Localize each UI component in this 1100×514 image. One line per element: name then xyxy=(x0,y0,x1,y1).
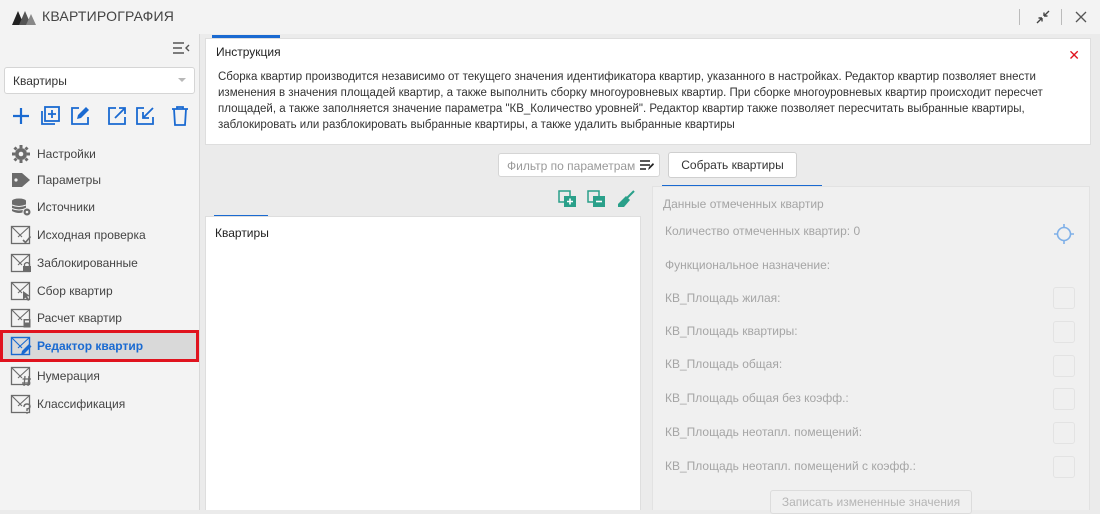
sidebar-item-label: Заблокированные xyxy=(37,256,138,270)
cursor-plan-icon xyxy=(10,281,31,301)
instruction-panel: Инструкция ✕ Сборка квартир производится… xyxy=(205,38,1091,145)
import-icon[interactable] xyxy=(134,105,156,127)
close-instruction-button[interactable]: ✕ xyxy=(1068,47,1080,64)
sidebar-item-classification[interactable]: Классификация xyxy=(0,391,199,417)
category-dropdown[interactable]: Квартиры xyxy=(4,67,195,94)
save-changed-values-button[interactable]: Записать измененные значения xyxy=(770,490,972,514)
sidebar-item-apartment-editor[interactable]: Редактор квартир xyxy=(0,330,199,362)
sidebar: Квартиры Настройки Параметры Источники И… xyxy=(0,34,200,510)
instruction-title: Инструкция xyxy=(216,45,281,59)
sidebar-item-parameters[interactable]: Параметры xyxy=(0,167,199,193)
field-input[interactable] xyxy=(1053,422,1075,444)
sidebar-item-label: Сбор квартир xyxy=(37,284,113,298)
sidebar-item-label: Редактор квартир xyxy=(37,339,144,353)
selected-apartments-panel: Данные отмеченных квартир Количество отм… xyxy=(652,186,1090,514)
field-label: КВ_Площадь неотапл. помещений: xyxy=(665,425,863,439)
sidebar-item-label: Классификация xyxy=(37,397,126,411)
apartments-list[interactable]: Квартиры xyxy=(205,216,641,510)
question-plan-icon xyxy=(10,394,31,414)
sidebar-item-label: Нумерация xyxy=(37,369,100,383)
field-input[interactable] xyxy=(1053,456,1075,478)
edit-icon[interactable] xyxy=(69,105,91,127)
divider xyxy=(1019,9,1020,25)
field-label: КВ_Площадь неотапл. помещений с коэфф.: xyxy=(665,459,916,473)
database-gear-icon xyxy=(11,198,32,217)
selected-count: Количество отмеченных квартир: 0 xyxy=(665,224,861,238)
edit-plan-icon xyxy=(10,336,32,356)
add-copy-icon[interactable] xyxy=(558,190,578,208)
sidebar-item-settings[interactable]: Настройки xyxy=(0,141,199,167)
chevron-down-icon xyxy=(178,78,186,82)
parameter-filter-input[interactable]: Фильтр по параметрам xyxy=(498,153,660,177)
field-input[interactable] xyxy=(1053,388,1075,410)
remove-copy-icon[interactable] xyxy=(587,190,607,208)
instruction-text: Сборка квартир производится независимо о… xyxy=(218,71,1043,131)
app-title: КВАРТИРОГРАФИЯ xyxy=(42,8,175,24)
build-apartments-button[interactable]: Собрать квартиры xyxy=(668,152,797,178)
gear-icon xyxy=(12,145,30,163)
sidebar-item-locked[interactable]: Заблокированные xyxy=(0,250,199,276)
field-label: КВ_Площадь жилая: xyxy=(665,291,781,305)
sidebar-item-label: Источники xyxy=(37,200,95,214)
panel-title: Данные отмеченных квартир xyxy=(663,197,824,211)
field-label: КВ_Площадь квартиры: xyxy=(665,324,798,338)
sidebar-item-label: Исходная проверка xyxy=(37,228,146,242)
add-box-icon[interactable] xyxy=(39,105,61,127)
title-bar: КВАРТИРОГРАФИЯ xyxy=(0,0,1100,34)
close-icon xyxy=(1075,11,1087,23)
field-input[interactable] xyxy=(1053,287,1075,309)
broom-icon[interactable] xyxy=(616,190,636,208)
list-title: Квартиры xyxy=(215,226,269,240)
crosshair-icon[interactable] xyxy=(1053,223,1075,245)
add-icon[interactable] xyxy=(10,105,32,127)
purpose-label: Функциональное назначение: xyxy=(665,258,831,272)
sidebar-item-label: Расчет квартир xyxy=(37,311,122,325)
sidebar-item-sources[interactable]: Источники xyxy=(0,194,199,220)
collapse-arrows-icon[interactable] xyxy=(1030,6,1056,28)
sidebar-item-calculate[interactable]: Расчет квартир xyxy=(0,305,199,331)
check-plan-icon xyxy=(10,225,32,245)
export-icon[interactable] xyxy=(106,105,128,127)
sidebar-item-initial-check[interactable]: Исходная проверка xyxy=(0,222,199,248)
divider xyxy=(1061,9,1062,25)
calc-plan-icon xyxy=(10,308,31,328)
field-label: КВ_Площадь общая: xyxy=(665,357,783,371)
category-dropdown-value: Квартиры xyxy=(13,74,67,88)
filter-lines-icon xyxy=(640,160,654,170)
filter-placeholder: Фильтр по параметрам xyxy=(507,159,636,173)
sidebar-item-numbering[interactable]: Нумерация xyxy=(0,363,199,389)
field-input[interactable] xyxy=(1053,321,1075,343)
sidebar-item-collect[interactable]: Сбор квартир xyxy=(0,278,199,304)
field-label: КВ_Площадь общая без коэфф.: xyxy=(665,391,849,405)
field-input[interactable] xyxy=(1053,355,1075,377)
close-window-button[interactable] xyxy=(1068,6,1094,28)
collapse-menu-icon[interactable] xyxy=(172,41,190,55)
sidebar-item-label: Параметры xyxy=(37,173,101,187)
delete-icon[interactable] xyxy=(169,105,191,127)
tag-icon xyxy=(12,173,30,187)
sidebar-item-label: Настройки xyxy=(37,147,96,161)
hash-plan-icon xyxy=(10,366,31,386)
app-logo-icon xyxy=(12,11,36,25)
lock-plan-icon xyxy=(10,253,31,273)
